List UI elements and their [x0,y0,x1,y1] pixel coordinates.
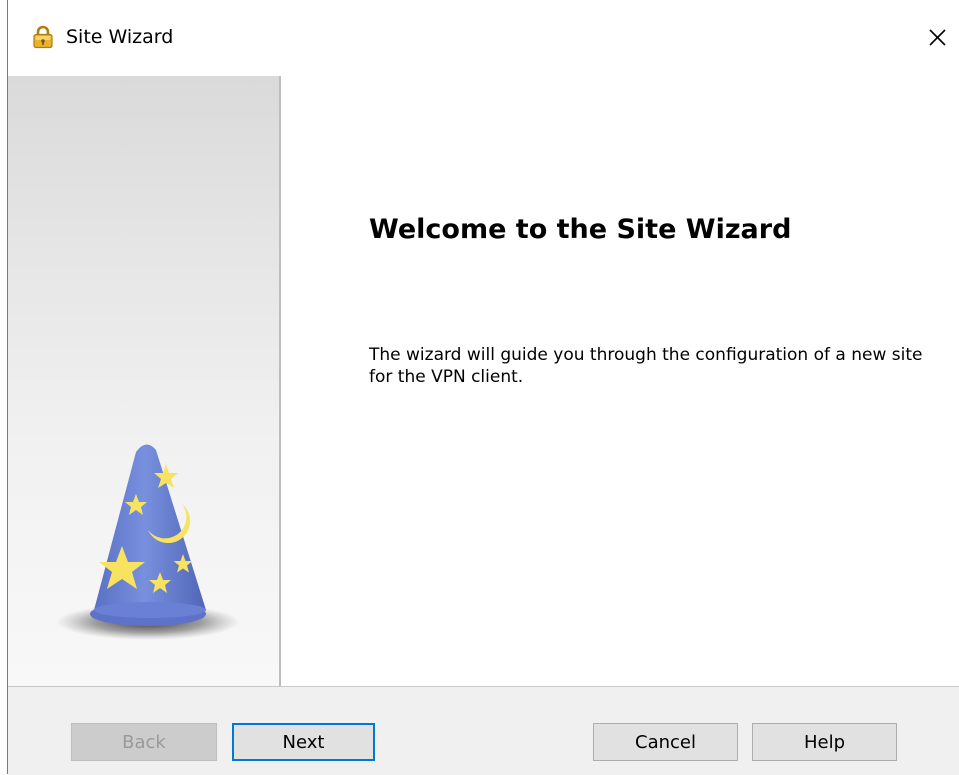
next-button[interactable]: Next [232,723,375,761]
wizard-sidebar [8,76,281,686]
wizard-hat-icon [58,444,240,640]
wizard-description: The wizard will guide you through the co… [369,345,923,387]
page-title: Welcome to the Site Wizard [369,214,792,245]
background-window-edge [0,0,8,774]
close-icon [929,29,946,46]
back-button[interactable]: Back [71,723,217,761]
help-button[interactable]: Help [752,723,897,761]
site-wizard-dialog: Site Wizard Welcome to the Site Wizard T… [8,0,959,775]
cancel-button[interactable]: Cancel [593,723,738,761]
window-title: Site Wizard [66,26,174,48]
button-bar: Back Next Cancel Help [8,686,959,775]
title-bar[interactable]: Site Wizard [8,0,959,76]
close-button[interactable] [920,20,954,54]
lock-icon [33,25,53,49]
wizard-content: Welcome to the Site Wizard The wizard wi… [281,76,959,686]
